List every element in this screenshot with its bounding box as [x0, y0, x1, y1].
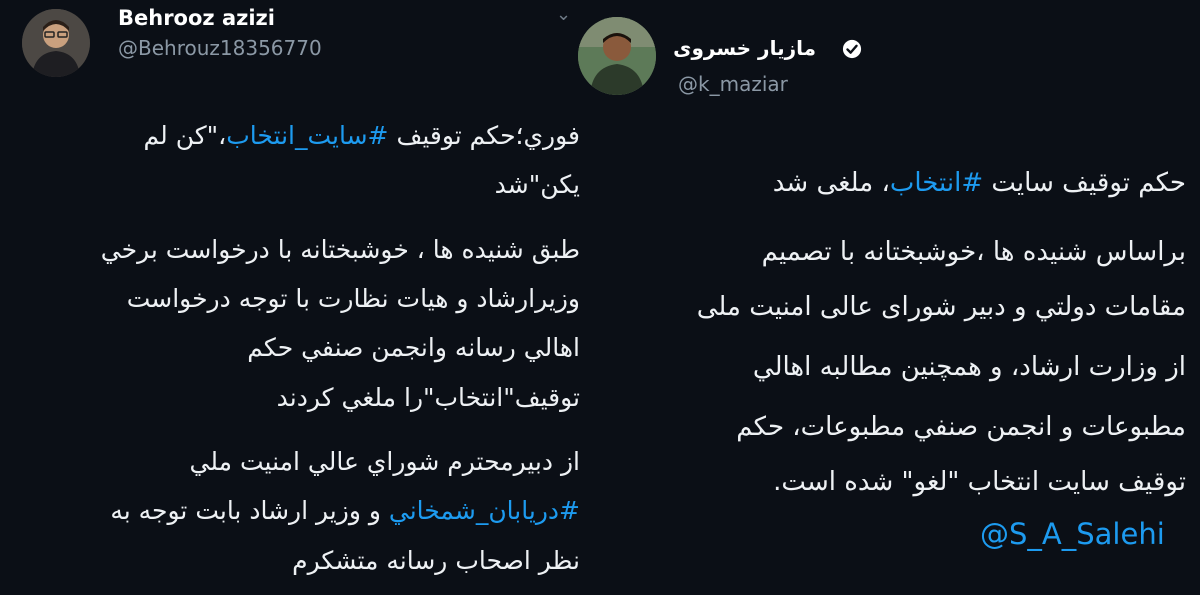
tweet-text: حكم توقيف سايت	[983, 168, 1186, 198]
avatar-maziar[interactable]	[578, 17, 656, 95]
tweet-text-line: يكن"شد	[495, 170, 580, 199]
tweet-text-line: نظر اصحاب رسانه متشكرم	[292, 546, 580, 575]
avatar-behrooz[interactable]	[22, 9, 90, 77]
tweet-text-line: مقامات دولتي و دبير شوراى عالى امنيت ملى	[697, 292, 1186, 322]
tweet-text: و وزير ارشاد بابت توجه به	[110, 496, 389, 525]
tweet-text: از وزارت ارشاد، و همچنين مطالبه اهالي	[752, 352, 1186, 382]
tweet-text: وزيرارشاد و هيات نظارت با توجه درخواست	[126, 284, 580, 313]
tweet-text-line: از دبيرمحترم شوراي عالي امنيت ملي	[190, 447, 580, 476]
display-name[interactable]: مازيار خسروى	[666, 36, 816, 60]
tweet-text-line: براساس شنيده ها ،خوشبختانه با تصميم	[762, 237, 1186, 267]
display-name[interactable]: Behrooz azizi	[118, 6, 275, 30]
tweet-text: طبق شنيده ها ، خوشبختانه با درخواست برخي	[100, 235, 580, 264]
mention-link[interactable]: @S_A_Salehi	[980, 517, 1165, 551]
person-photo-icon	[22, 9, 90, 77]
tweet-text: نظر اصحاب رسانه متشكرم	[292, 546, 580, 575]
tweet-text: ، ملغى شد	[772, 168, 890, 198]
tweet-text: مقامات دولتي و دبير شوراى عالى امنيت ملى	[696, 292, 1186, 322]
person-photo-icon	[578, 17, 656, 95]
tweet-text-line: توقيف"انتخاب"را ملغي كردند	[277, 383, 580, 412]
handle[interactable]: @k_maziar	[678, 72, 788, 96]
hashtag-link[interactable]: #دريابان_شمخاني	[389, 496, 580, 525]
chevron-down-icon[interactable]: ⌄	[556, 6, 571, 24]
hashtag-link[interactable]: #انتخاب	[890, 168, 983, 198]
tweet-text: مطبوعات و انجمن صنفي مطبوعات، حكم	[736, 412, 1186, 442]
tweet-text: توقيف"انتخاب"را ملغي كردند	[276, 383, 580, 412]
tweet-maziar: مازيار خسروى @k_maziar حكم توقيف سايت #ا…	[578, 0, 1200, 595]
tweet-text-line: #دريابان_شمخاني و وزير ارشاد بابت توجه ب…	[110, 496, 580, 525]
hashtag-link[interactable]: #سايت_انتخاب	[226, 121, 388, 150]
tweet-text-line: از وزارت ارشاد، و همچنين مطالبه اهالي	[753, 352, 1186, 382]
tweet-text-line: طبق شنيده ها ، خوشبختانه با درخواست برخي	[101, 235, 580, 264]
tweet-text: ،"كن لم	[143, 121, 227, 150]
tweet-text: توقيف سايت انتخاب "لغو" شده است.	[773, 467, 1186, 497]
tweet-text: فوري؛حكم توقيف	[388, 121, 580, 150]
tweet-text-line: فوري؛حكم توقيف #سايت_انتخاب،"كن لم	[144, 121, 580, 150]
handle[interactable]: @Behrouz18356770	[118, 36, 322, 60]
tweet-text: يكن"شد	[494, 170, 580, 199]
tweet-text-line: مطبوعات و انجمن صنفي مطبوعات، حكم	[736, 412, 1186, 442]
tweet-text: اهالي رسانه وانجمن صنفي حكم	[247, 333, 580, 362]
tweet-text-line: وزيرارشاد و هيات نظارت با توجه درخواست	[127, 284, 580, 313]
tweet-text: از دبيرمحترم شوراي عالي امنيت ملي	[189, 447, 580, 476]
tweet-text: براساس شنيده ها ،خوشبختانه با تصميم	[761, 237, 1186, 267]
tweet-text-line: حكم توقيف سايت #انتخاب، ملغى شد	[773, 168, 1186, 198]
verified-badge-icon	[842, 39, 862, 59]
tweet-text-line: توقيف سايت انتخاب "لغو" شده است.	[773, 467, 1186, 497]
tweet-behrooz: Behrooz azizi @Behrouz18356770 ⌄ فوري؛حك…	[0, 0, 600, 595]
tweet-text-line: اهالي رسانه وانجمن صنفي حكم	[247, 333, 580, 362]
